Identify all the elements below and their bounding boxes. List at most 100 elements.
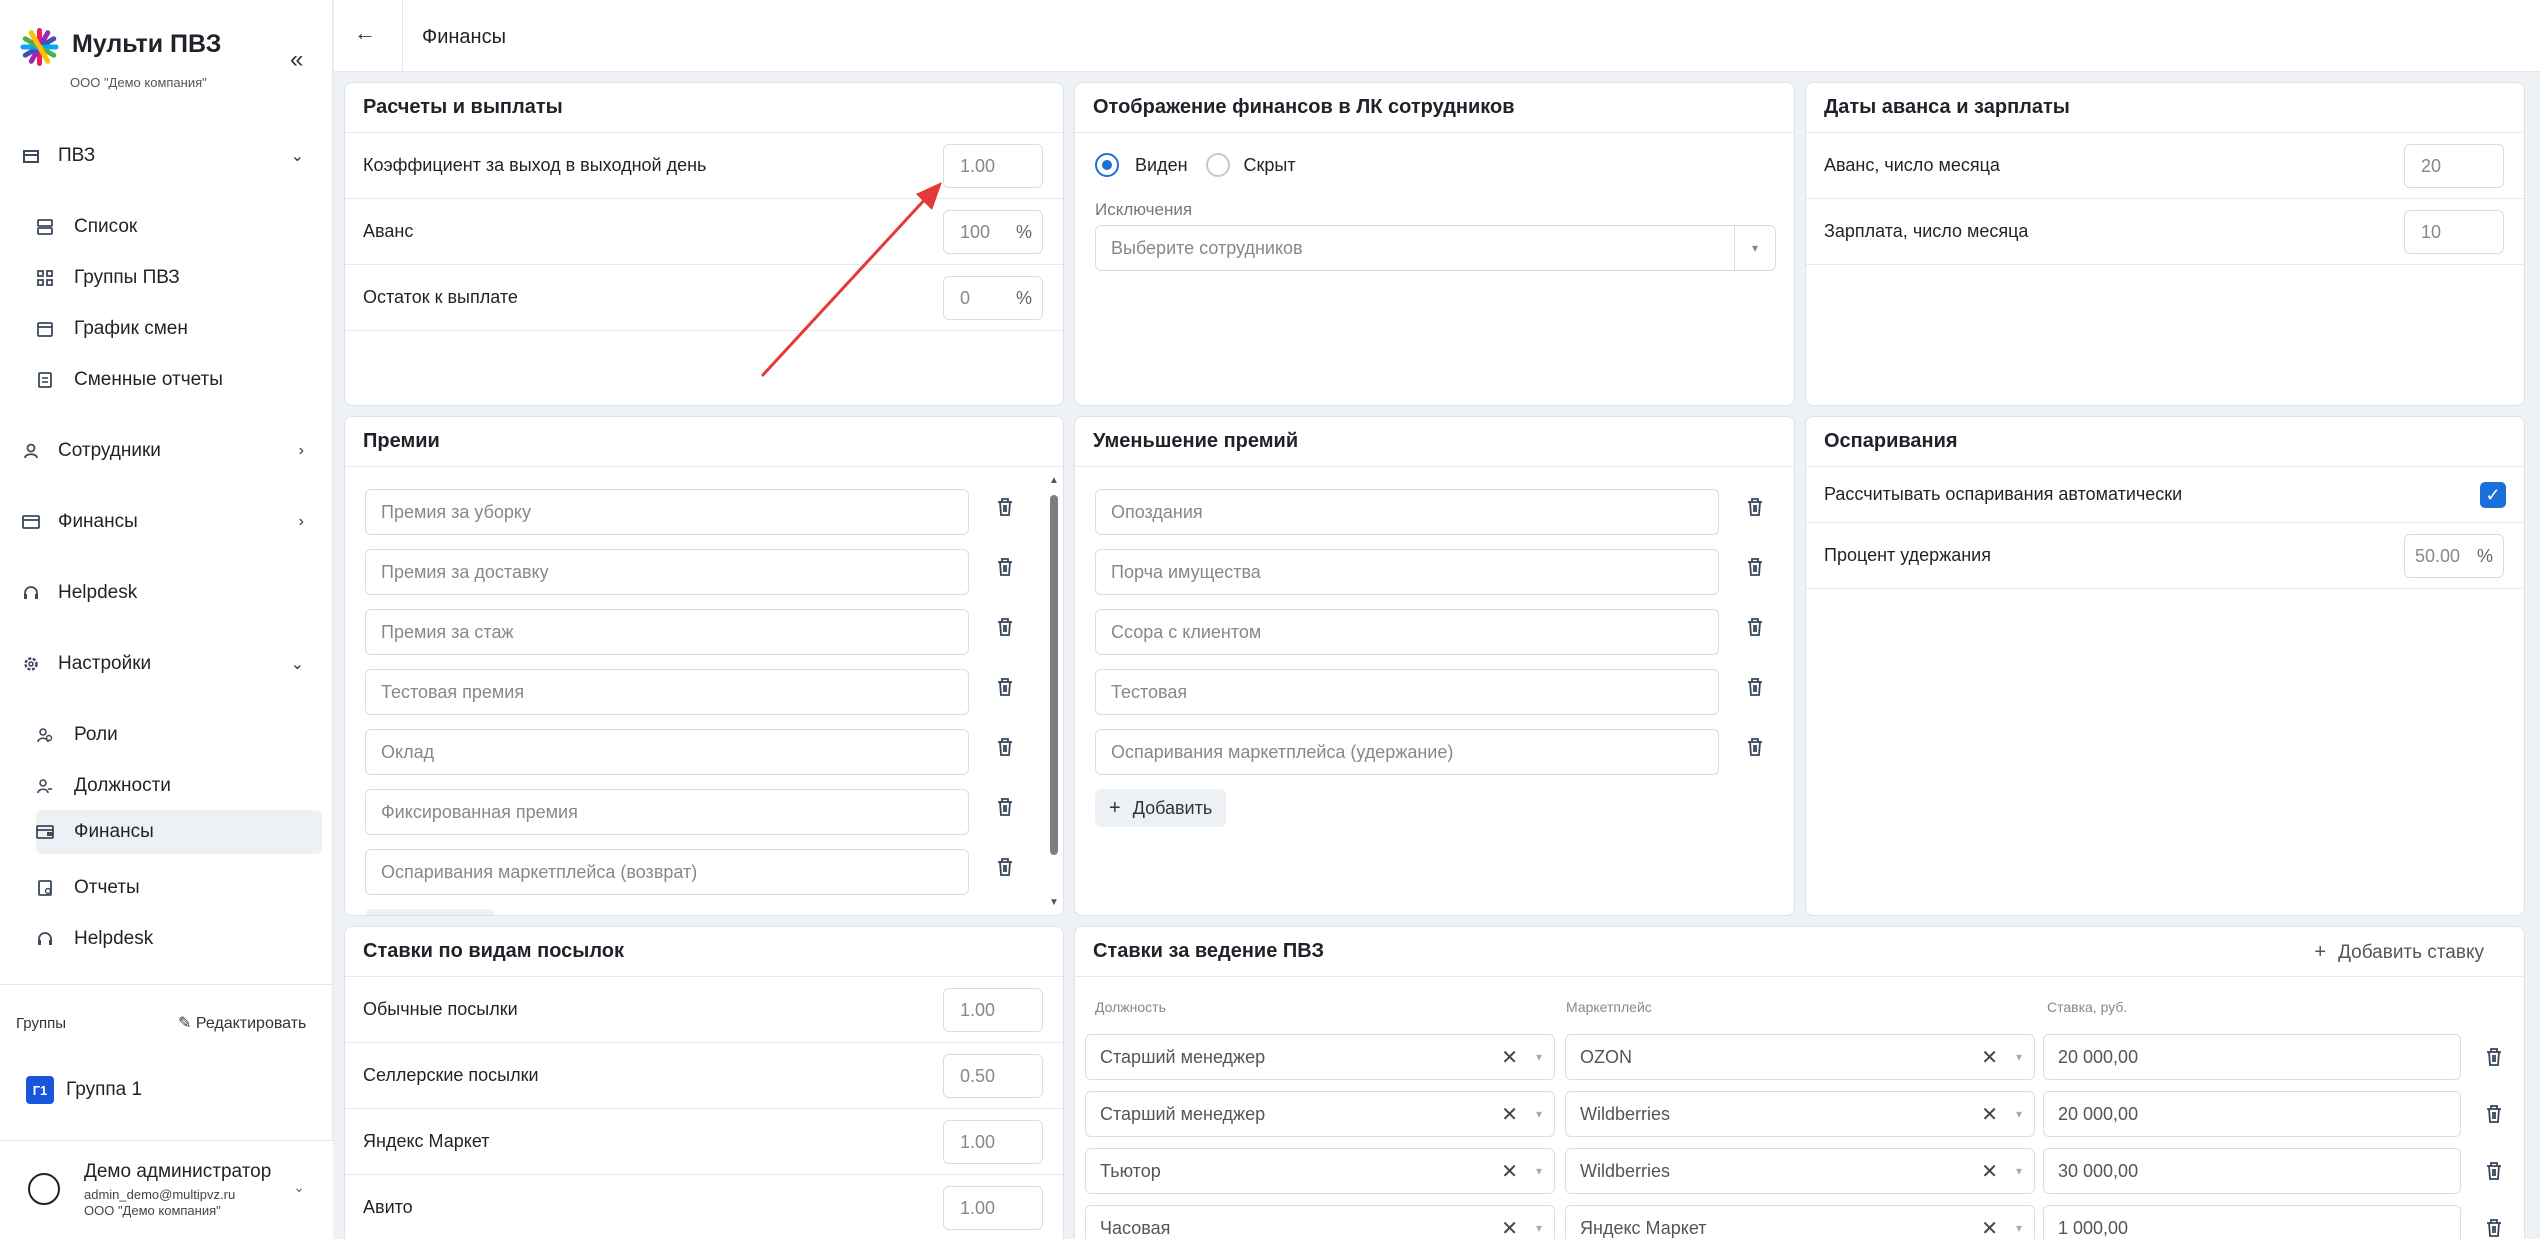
marketplace-select[interactable]: Wildberries ✕ ▾ [1565, 1148, 2035, 1194]
deduction-input[interactable]: Опоздания [1095, 489, 1719, 535]
trash-icon[interactable] [1746, 737, 1764, 757]
trash-icon[interactable] [996, 557, 1014, 577]
nav-finance[interactable]: Финансы › [22, 502, 322, 542]
trash-icon[interactable] [1746, 677, 1764, 697]
trash-icon[interactable] [2485, 1104, 2503, 1124]
bonus-input[interactable]: Премия за доставку [365, 549, 969, 595]
parcel-rate-row: Селлерские посылки 0.50 [345, 1043, 1063, 1109]
bonus-placeholder: Премия за доставку [381, 561, 549, 582]
trash-icon[interactable] [996, 737, 1014, 757]
trash-icon[interactable] [996, 857, 1014, 877]
nav-sub-helpdesk[interactable]: Helpdesk [36, 917, 322, 961]
chevron-down-icon: ⌄ [290, 148, 304, 165]
trash-icon[interactable] [996, 797, 1014, 817]
bonus-input[interactable]: Оспаривания маркетплейса (возврат) [365, 849, 969, 895]
rate-input[interactable]: 20 000,00 [2043, 1034, 2461, 1080]
input-value: 0 [960, 287, 971, 308]
nav-sub-roles[interactable]: Роли [36, 713, 322, 757]
bonus-input[interactable]: Оклад [365, 729, 969, 775]
scrollbar-thumb[interactable] [1050, 495, 1058, 855]
trash-icon[interactable] [1746, 617, 1764, 637]
bonus-input[interactable]: Фиксированная премия [365, 789, 969, 835]
add-deduction-button[interactable]: + Добавить [1095, 789, 1227, 827]
nav-sub-positions[interactable]: Должности [36, 764, 322, 808]
rate-input[interactable]: 20 000,00 [2043, 1091, 2461, 1137]
retention-percent-input[interactable]: 50.00% [2404, 534, 2504, 578]
clear-icon[interactable]: ✕ [1501, 1102, 1518, 1127]
nav-pvz[interactable]: ПВЗ ⌄ [22, 136, 322, 176]
nav-employees[interactable]: Сотрудники › [22, 431, 322, 471]
exceptions-select[interactable]: Выберите сотрудников [1095, 225, 1735, 271]
clear-icon[interactable]: ✕ [1981, 1159, 1998, 1184]
trash-icon[interactable] [996, 677, 1014, 697]
clear-icon[interactable]: ✕ [1501, 1216, 1518, 1239]
trash-icon[interactable] [2485, 1161, 2503, 1181]
back-arrow-icon[interactable]: ← [354, 20, 376, 46]
trash-icon[interactable] [2485, 1047, 2503, 1067]
bonus-input[interactable]: Премия за стаж [365, 609, 969, 655]
position-select[interactable]: Старший менеджер ✕ ▾ [1085, 1034, 1555, 1080]
deduction-input[interactable]: Оспаривания маркетплейса (удержание) [1095, 729, 1719, 775]
trash-icon[interactable] [1746, 497, 1764, 517]
weekend-coefficient-input[interactable]: 1.00 [943, 144, 1043, 188]
bonus-input[interactable]: Тестовая премия [365, 669, 969, 715]
collapse-sidebar-icon[interactable]: « [290, 46, 303, 74]
marketplace-select[interactable]: Wildberries ✕ ▾ [1565, 1091, 2035, 1137]
nav-sub-reports[interactable]: Отчеты [36, 866, 322, 910]
payments-row-label: Аванс [363, 221, 414, 241]
deduction-input[interactable]: Ссора с клиентом [1095, 609, 1719, 655]
group-item[interactable]: Г1 Группа 1 [26, 1076, 142, 1104]
remainder-percent-input[interactable]: 0% [943, 276, 1043, 320]
marketplace-value: Яндекс Маркет [1580, 1217, 1707, 1238]
chevron-right-icon: › [298, 442, 304, 459]
clear-icon[interactable]: ✕ [1501, 1159, 1518, 1184]
nav-sub-schedule[interactable]: График смен [36, 307, 322, 351]
display-title: Отображение финансов в ЛК сотрудников [1075, 83, 1794, 133]
disputes-card: Оспаривания Рассчитывать оспаривания авт… [1805, 416, 2525, 916]
clear-icon[interactable]: ✕ [1981, 1045, 1998, 1070]
deduction-input[interactable]: Тестовая [1095, 669, 1719, 715]
parcel-rate-input[interactable]: 1.00 [943, 1186, 1043, 1230]
clear-icon[interactable]: ✕ [1981, 1102, 1998, 1127]
user-menu[interactable]: Демо администратор admin_demo@multipvz.r… [0, 1140, 333, 1239]
nav-sub-finance[interactable]: Финансы [36, 810, 322, 854]
marketplace-select[interactable]: Яндекс Маркет ✕ ▾ [1565, 1205, 2035, 1239]
trash-icon[interactable] [1746, 557, 1764, 577]
parcel-rate-label: Обычные посылки [363, 999, 518, 1019]
trash-icon[interactable] [996, 617, 1014, 637]
check-icon: ✓ [2485, 484, 2501, 505]
rate-input[interactable]: 1 000,00 [2043, 1205, 2461, 1239]
edit-groups-button[interactable]: ✎ Редактировать [178, 1013, 306, 1033]
advance-day-input[interactable]: 20 [2404, 144, 2504, 188]
add-bonus-button[interactable] [365, 909, 495, 915]
radio-hidden[interactable] [1205, 153, 1230, 177]
rate-value: 1 000,00 [2058, 1217, 2129, 1238]
bonus-input[interactable]: Премия за уборку [365, 489, 969, 535]
nav-sub-shift-reports[interactable]: Сменные отчеты [36, 358, 322, 402]
add-rate-button[interactable]: + Добавить ставку [2314, 941, 2484, 964]
position-select[interactable]: Старший менеджер ✕ ▾ [1085, 1091, 1555, 1137]
chevron-down-icon[interactable]: ▾ [1734, 225, 1776, 271]
trash-icon[interactable] [2485, 1218, 2503, 1238]
nav-settings[interactable]: Настройки ⌄ [22, 644, 322, 684]
disputes-auto-checkbox[interactable]: ✓ [2480, 482, 2506, 508]
nav-sub-groups[interactable]: Группы ПВЗ [36, 256, 322, 300]
trash-icon[interactable] [996, 497, 1014, 517]
marketplace-select[interactable]: OZON ✕ ▾ [1565, 1034, 2035, 1080]
radio-visible[interactable] [1095, 153, 1119, 177]
input-value: 10 [2421, 221, 2442, 242]
parcel-rate-input[interactable]: 1.00 [943, 988, 1043, 1032]
salary-day-input[interactable]: 10 [2404, 210, 2504, 254]
clear-icon[interactable]: ✕ [1501, 1045, 1518, 1070]
rate-input[interactable]: 30 000,00 [2043, 1148, 2461, 1194]
advance-percent-input[interactable]: 100% [943, 210, 1043, 254]
parcel-rate-input[interactable]: 0.50 [943, 1054, 1043, 1098]
position-select[interactable]: Часовая ✕ ▾ [1085, 1205, 1555, 1239]
nav-sub-list[interactable]: Список [36, 205, 322, 249]
clear-icon[interactable]: ✕ [1981, 1216, 1998, 1239]
deduction-input[interactable]: Порча имущества [1095, 549, 1719, 595]
parcel-rate-input[interactable]: 1.00 [943, 1120, 1043, 1164]
scrollbar[interactable]: ▲ ▼ [1049, 475, 1059, 911]
nav-helpdesk[interactable]: Helpdesk [22, 573, 322, 613]
position-select[interactable]: Тьютор ✕ ▾ [1085, 1148, 1555, 1194]
